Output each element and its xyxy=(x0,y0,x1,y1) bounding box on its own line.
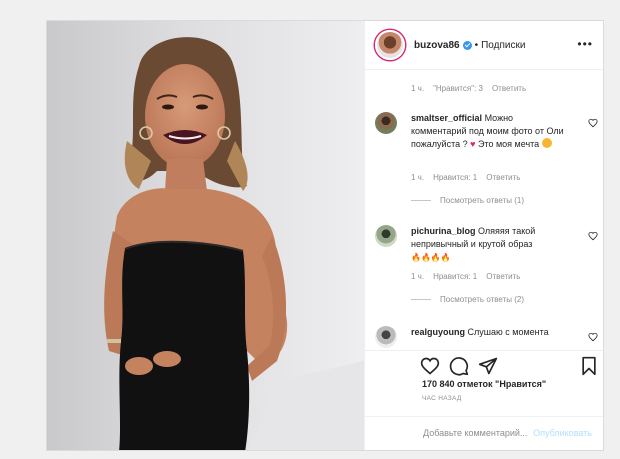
comment-text-tail: Это моя мечта xyxy=(475,139,540,149)
share-paper-plane-icon[interactable] xyxy=(478,356,498,376)
commenter-avatar[interactable] xyxy=(375,225,397,247)
instagram-post: buzova86 • Подписки ••• 1 ч. "Нравится":… xyxy=(46,20,604,451)
commenter-username[interactable]: smaltser_official xyxy=(411,113,482,123)
comment-meta: 1 ч. Нравится: 1 Ответить xyxy=(411,173,520,182)
comment-time: 1 ч. xyxy=(411,84,425,93)
like-heart-icon[interactable] xyxy=(420,356,440,376)
comment-text: Слушаю с момента xyxy=(467,327,549,337)
view-replies-button[interactable]: Посмотреть ответы (1) xyxy=(411,196,524,205)
commenter-avatar[interactable] xyxy=(375,112,397,134)
clapping-hands-emoji xyxy=(541,138,552,148)
author-avatar[interactable] xyxy=(375,30,405,60)
view-replies-button[interactable]: Посмотреть ответы (2) xyxy=(411,295,524,304)
post-header: buzova86 • Подписки ••• xyxy=(365,21,603,70)
fire-emoji: 🔥🔥🔥🔥 xyxy=(411,253,451,262)
comment-meta: 1 ч. "Нравится": 3 Ответить xyxy=(411,84,526,93)
save-bookmark-icon[interactable] xyxy=(579,356,599,376)
post-photo[interactable] xyxy=(47,21,364,450)
comment-likes-link[interactable]: "Нравится": 3 xyxy=(433,84,483,93)
comment-body: realguyoung Слушаю с момента xyxy=(411,326,571,339)
add-comment-form: Опубликовать xyxy=(365,416,603,450)
like-comment-heart-icon[interactable] xyxy=(588,118,598,128)
author-username[interactable]: buzova86 xyxy=(414,40,460,51)
comment-body: pichurina_blog Оляяяя такой непривычный … xyxy=(411,225,571,264)
reply-button[interactable]: Ответить xyxy=(492,84,526,93)
comment-body: smaltser_official Можно комментарий под … xyxy=(411,112,571,151)
like-comment-heart-icon[interactable] xyxy=(588,332,598,342)
reply-button[interactable]: Ответить xyxy=(486,272,520,281)
comments-list[interactable]: 1 ч. "Нравится": 3 Ответить smaltser_off… xyxy=(365,70,603,350)
comment-bubble-icon[interactable] xyxy=(449,356,469,376)
header-separator: • xyxy=(474,39,479,51)
verified-badge-icon xyxy=(462,40,472,50)
replies-divider xyxy=(411,299,431,300)
post-details-panel: buzova86 • Подписки ••• 1 ч. "Нравится":… xyxy=(364,21,603,450)
comment-time: 1 ч. xyxy=(411,173,425,182)
comment-likes-link[interactable]: Нравится: 1 xyxy=(433,173,477,182)
commenter-avatar[interactable] xyxy=(375,326,397,348)
commenter-username[interactable]: pichurina_blog xyxy=(411,226,476,236)
comment-likes-link[interactable]: Нравится: 1 xyxy=(433,272,477,281)
post-timestamp[interactable]: ЧАС НАЗАД xyxy=(422,395,462,402)
following-button[interactable]: Подписки xyxy=(481,40,525,51)
comment-time: 1 ч. xyxy=(411,272,425,281)
post-actions-bar xyxy=(365,350,603,379)
comment-meta: 1 ч. Нравится: 1 Ответить xyxy=(411,272,520,281)
likes-count[interactable]: 170 840 отметок "Нравится" xyxy=(422,379,546,389)
replies-divider xyxy=(411,200,431,201)
commenter-username[interactable]: realguyoung xyxy=(411,327,465,337)
reply-button[interactable]: Ответить xyxy=(486,173,520,182)
view-replies-label: Посмотреть ответы (2) xyxy=(440,295,525,304)
publish-button[interactable]: Опубликовать xyxy=(533,428,592,438)
like-comment-heart-icon[interactable] xyxy=(588,231,598,241)
woman-in-black-dress-image xyxy=(47,21,364,450)
more-options-icon[interactable]: ••• xyxy=(577,38,593,50)
view-replies-label: Посмотреть ответы (1) xyxy=(440,196,525,205)
